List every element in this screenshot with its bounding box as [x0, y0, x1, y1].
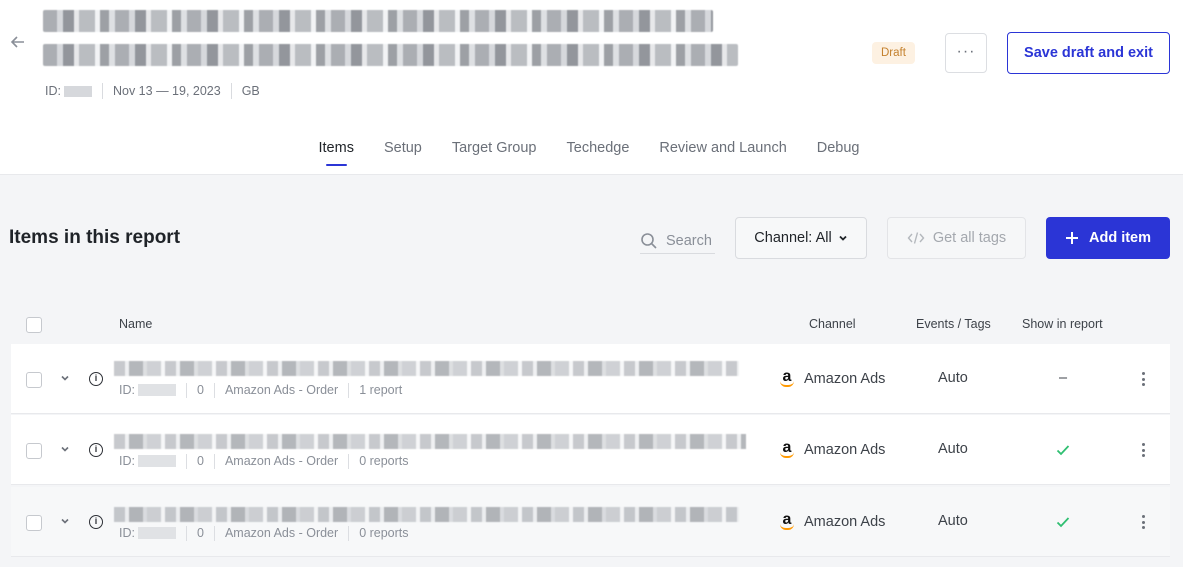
select-all-checkbox[interactable]: [26, 317, 42, 333]
item-name[interactable]: [114, 507, 739, 522]
item-channel: a Amazon Ads: [779, 440, 886, 459]
arrow-left-icon[interactable]: [8, 32, 28, 52]
report-id-label: ID:: [45, 84, 61, 98]
channel-filter-dropdown[interactable]: Channel: All: [735, 217, 867, 259]
info-icon[interactable]: i: [89, 515, 103, 529]
tab-techedge[interactable]: Techedge: [567, 140, 630, 166]
item-type: Amazon Ads - Order: [224, 526, 339, 540]
plus-icon: [1065, 232, 1078, 244]
item-reports: 1 report: [359, 383, 403, 397]
item-id-label: ID:: [119, 526, 135, 540]
item-id-label: ID:: [119, 454, 135, 468]
column-header-channel: Channel: [809, 317, 856, 331]
item-count: 0: [196, 454, 204, 468]
details-divider: [213, 525, 215, 541]
kebab-menu-icon[interactable]: [1138, 370, 1148, 388]
item-id-value: [137, 384, 176, 396]
item-channel: a Amazon Ads: [779, 369, 886, 388]
details-divider: [185, 525, 187, 541]
show-in-report-value: –: [1058, 370, 1068, 386]
report-date-range: Nov 13 — 19, 2023: [112, 84, 221, 98]
item-events: Auto: [938, 441, 968, 457]
item-id-value: [137, 527, 176, 539]
item-details: ID: 0 Amazon Ads - Order 1 report: [119, 382, 402, 398]
item-details: ID: 0 Amazon Ads - Order 0 reports: [119, 453, 409, 469]
channel-label: Amazon Ads: [804, 371, 886, 387]
item-reports: 0 reports: [359, 454, 409, 468]
item-name[interactable]: [114, 361, 739, 376]
details-divider: [348, 382, 350, 398]
chevron-down-icon: [839, 235, 847, 241]
item-count: 0: [196, 526, 204, 540]
kebab-menu-icon[interactable]: [1138, 513, 1148, 531]
report-tabs: Items Setup Target Group Techedge Review…: [0, 140, 1183, 166]
item-count: 0: [196, 383, 204, 397]
check-icon: [1056, 517, 1070, 528]
details-divider: [348, 525, 350, 541]
row-checkbox[interactable]: [26, 372, 42, 388]
tab-debug[interactable]: Debug: [817, 140, 860, 166]
add-item-label: Add item: [1088, 230, 1152, 246]
channel-filter-label: Channel: All: [754, 230, 832, 246]
details-divider: [213, 382, 215, 398]
details-divider: [213, 453, 215, 469]
table-row[interactable]: i ID: 0 Amazon Ads - Order 0 reports a A…: [11, 487, 1170, 557]
details-divider: [185, 453, 187, 469]
item-name[interactable]: [114, 434, 746, 449]
chevron-down-icon[interactable]: [59, 372, 71, 384]
tab-items[interactable]: Items: [319, 140, 354, 166]
amazon-icon: a: [779, 369, 795, 388]
get-all-tags-label: Get all tags: [932, 230, 1007, 246]
chevron-down-icon[interactable]: [59, 515, 71, 527]
channel-label: Amazon Ads: [804, 514, 886, 530]
info-icon[interactable]: i: [89, 443, 103, 457]
section-title: Items in this report: [9, 227, 181, 248]
column-header-show-in-report: Show in report: [1022, 317, 1103, 331]
details-divider: [185, 382, 187, 398]
item-id-value: [137, 455, 176, 467]
item-type: Amazon Ads - Order: [224, 454, 339, 468]
item-id-label: ID:: [119, 383, 135, 397]
column-header-events: Events / Tags: [916, 317, 991, 331]
report-region: GB: [241, 84, 260, 98]
tab-setup[interactable]: Setup: [384, 140, 422, 166]
meta-divider: [230, 83, 232, 99]
kebab-menu-icon[interactable]: [1138, 441, 1148, 459]
amazon-icon: a: [779, 512, 795, 531]
get-all-tags-button[interactable]: Get all tags: [887, 217, 1026, 259]
report-title-line-2: [43, 44, 738, 66]
more-options-button[interactable]: ···: [945, 33, 987, 73]
item-events: Auto: [938, 370, 968, 386]
search-icon: [641, 232, 657, 249]
save-draft-button[interactable]: Save draft and exit: [1007, 32, 1170, 74]
status-badge: Draft: [872, 42, 915, 64]
item-reports: 0 reports: [359, 526, 409, 540]
channel-label: Amazon Ads: [804, 442, 886, 458]
report-id-value: [63, 85, 92, 97]
report-meta: ID: Nov 13 — 19, 2023 GB: [45, 83, 260, 99]
table-row[interactable]: i ID: 0 Amazon Ads - Order 1 report a Am…: [11, 344, 1170, 414]
report-header: ID: Nov 13 — 19, 2023 GB Draft ··· Save …: [0, 0, 1183, 175]
report-title-line-1: [43, 10, 713, 32]
row-checkbox[interactable]: [26, 515, 42, 531]
table-row[interactable]: i ID: 0 Amazon Ads - Order 0 reports a A…: [11, 415, 1170, 485]
info-icon[interactable]: i: [89, 372, 103, 386]
search-input[interactable]: Search: [640, 228, 715, 254]
chevron-down-icon[interactable]: [59, 443, 71, 455]
column-header-name: Name: [119, 317, 153, 331]
meta-divider: [101, 83, 103, 99]
item-events: Auto: [938, 513, 968, 529]
code-icon: [907, 232, 925, 244]
item-details: ID: 0 Amazon Ads - Order 0 reports: [119, 525, 409, 541]
add-item-button[interactable]: Add item: [1046, 217, 1170, 259]
tab-review-and-launch[interactable]: Review and Launch: [659, 140, 786, 166]
row-checkbox[interactable]: [26, 443, 42, 459]
details-divider: [348, 453, 350, 469]
tab-target-group[interactable]: Target Group: [452, 140, 537, 166]
item-type: Amazon Ads - Order: [224, 383, 339, 397]
search-placeholder: Search: [666, 232, 712, 249]
check-icon: [1056, 445, 1070, 456]
item-channel: a Amazon Ads: [779, 512, 886, 531]
amazon-icon: a: [779, 440, 795, 459]
